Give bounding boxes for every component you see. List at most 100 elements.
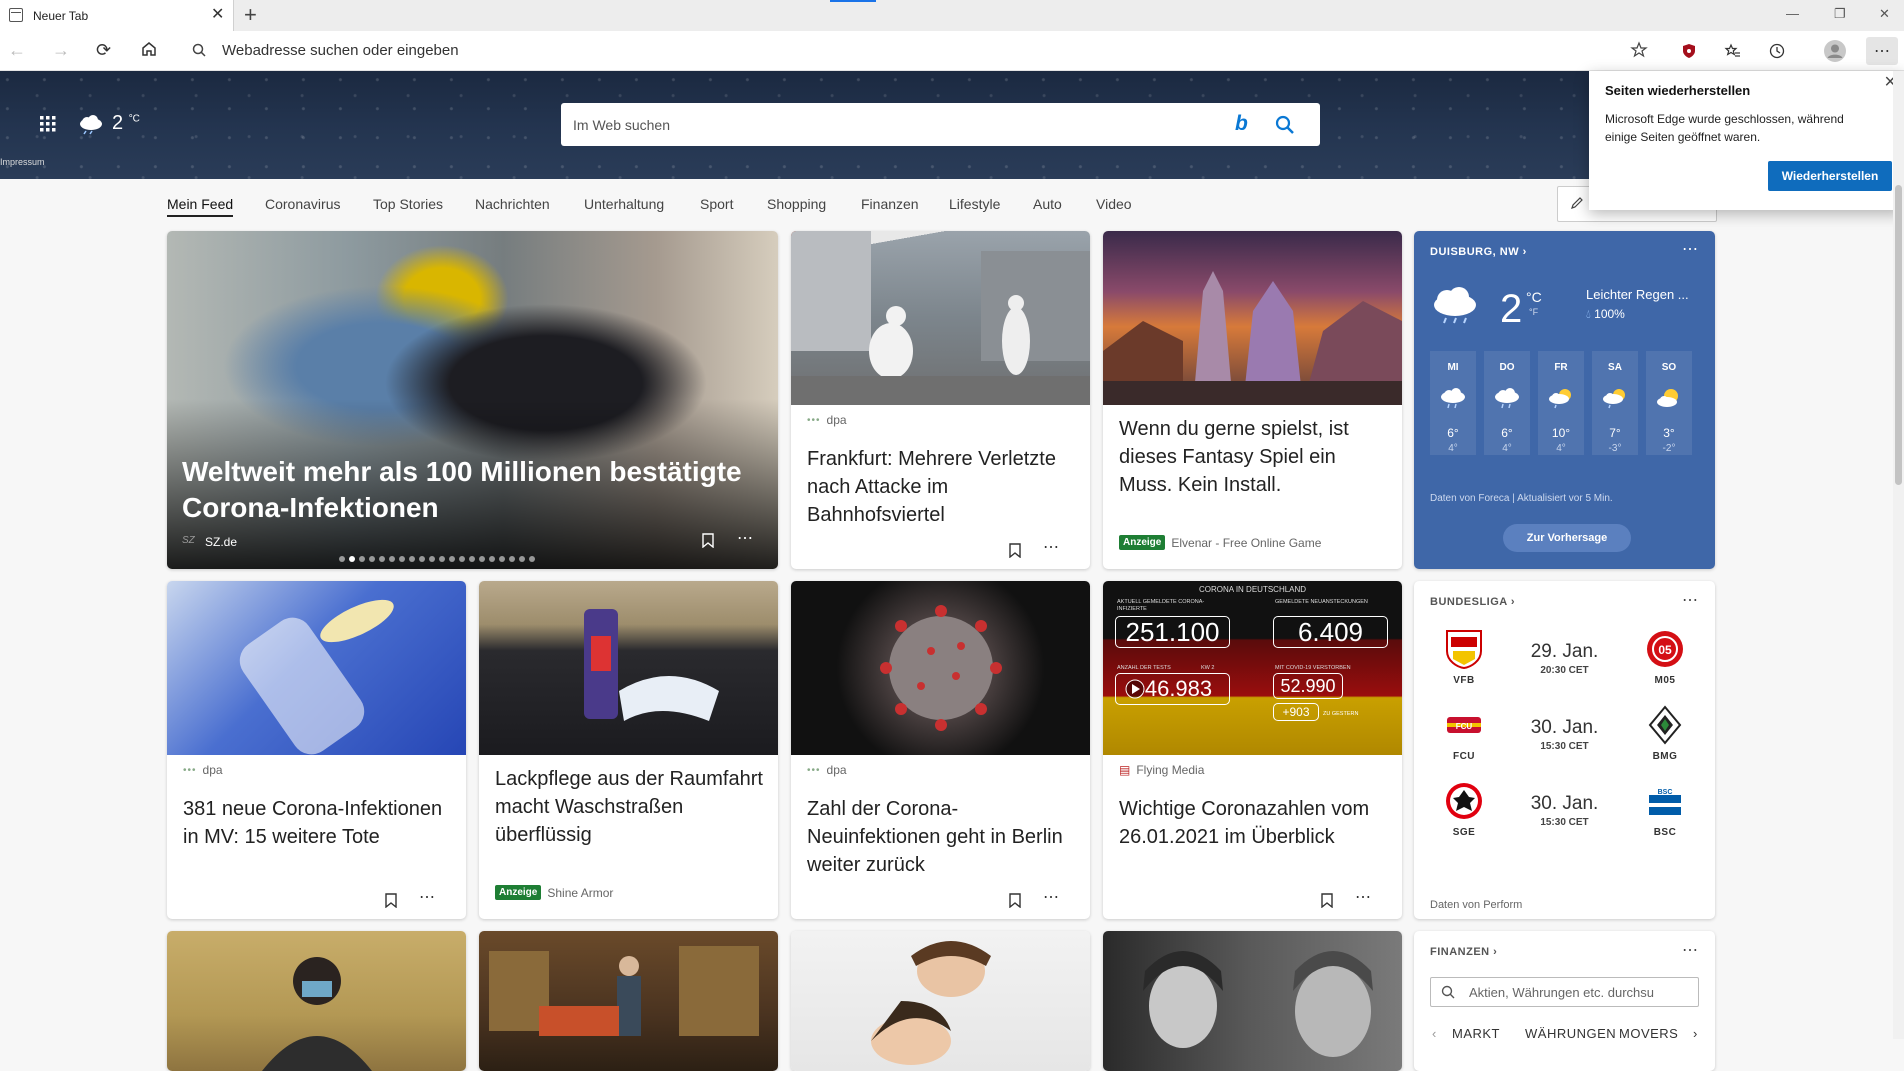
forecast-day[interactable]: DO 6° 4° [1484,351,1530,455]
bookmark-icon[interactable] [702,533,714,553]
carousel-dot[interactable] [439,556,445,562]
finance-header[interactable]: FINANZEN › [1430,946,1497,958]
favorites-icon[interactable] [1720,38,1746,64]
unit-celsius[interactable]: °C [1526,289,1542,305]
carousel-dot[interactable] [529,556,535,562]
unit-fahrenheit[interactable]: °F [1529,307,1538,317]
home-team[interactable]: SGE [1434,781,1494,838]
shield-extension-icon[interactable] [1676,38,1702,64]
tab-unterhaltung[interactable]: Unterhaltung [584,196,664,212]
more-options-icon[interactable]: ⋯ [1043,537,1060,557]
carousel-dot[interactable] [399,556,405,562]
add-favorite-icon[interactable] [1630,41,1648,64]
story-title[interactable]: Wichtige Coronazahlen vom 26.01.2021 im … [1119,795,1388,851]
address-input[interactable] [220,35,1520,66]
carousel-dot[interactable] [339,556,345,562]
weather-card[interactable]: DUISBURG, NW › ⋯ 2 °C °F Leichter Regen … [1414,231,1715,569]
bundesliga-header[interactable]: BUNDESLIGA › [1430,596,1515,608]
web-search-input[interactable] [571,103,1211,146]
carousel-dot[interactable] [459,556,465,562]
away-team[interactable]: BSC BSC [1635,781,1695,838]
more-options-icon[interactable]: ⋯ [1355,887,1372,907]
carousel-dot[interactable] [469,556,475,562]
ad-card[interactable]: Wenn du gerne spielst, ist dieses Fantas… [1103,231,1402,569]
story-title[interactable]: Zahl der Corona-Neuinfektionen geht in B… [807,795,1076,879]
forward-icon[interactable]: → [52,40,70,60]
carousel-dot[interactable] [379,556,385,562]
more-options-icon[interactable]: ⋯ [419,887,436,907]
impressum-link[interactable]: Impressum [0,157,45,167]
close-tab-icon[interactable]: ✕ [211,6,224,24]
top-story-carousel[interactable]: Weltweit mehr als 100 Millionen bestätig… [167,231,778,569]
carousel-dot[interactable] [509,556,515,562]
bookmark-icon[interactable] [1321,893,1333,913]
tab-auto[interactable]: Auto [1033,196,1062,212]
forecast-button[interactable]: Zur Vorhersage [1503,524,1631,552]
scrollbar-thumb[interactable] [1895,185,1902,485]
carousel-dot[interactable] [409,556,415,562]
carousel-dot[interactable] [499,556,505,562]
news-card[interactable]: ••• dpa 381 neue Corona-Infektionen in MV… [167,581,466,919]
carousel-dot[interactable] [349,556,355,562]
forecast-day[interactable]: FR 10° 4° [1538,351,1584,455]
carousel-dot[interactable] [419,556,425,562]
tab-video[interactable]: Video [1096,196,1132,212]
tab-mein-feed[interactable]: Mein Feed [167,196,233,212]
home-icon[interactable] [140,40,158,62]
tab-lifestyle[interactable]: Lifestyle [949,196,1000,212]
tab-new-tab[interactable]: Neuer Tab ✕ [0,0,234,31]
play-icon[interactable] [1125,679,1145,704]
bookmark-icon[interactable] [1009,543,1021,563]
bookmark-icon[interactable] [385,893,397,913]
restore-button[interactable]: Wiederherstellen [1768,161,1892,191]
history-icon[interactable] [1764,38,1790,64]
tab-top-stories[interactable]: Top Stories [373,196,443,212]
web-search-box[interactable]: b [561,103,1320,146]
hero-temperature[interactable]: 2 °C [112,112,140,135]
rain-cloud-icon[interactable] [78,115,104,140]
carousel-dot[interactable] [519,556,525,562]
carousel-dot[interactable] [389,556,395,562]
story-title[interactable]: Weltweit mehr als 100 Millionen bestätig… [182,454,742,526]
profile-avatar[interactable] [1822,38,1848,64]
away-team[interactable]: BMG [1635,705,1695,762]
more-options-icon[interactable]: ⋯ [737,528,754,548]
search-icon[interactable] [1275,115,1295,140]
carousel-dot[interactable] [479,556,485,562]
restore-window-icon[interactable]: ❐ [1834,6,1846,22]
forecast-day[interactable]: SO 3° -2° [1646,351,1692,455]
forecast-day[interactable]: SA 7° -3° [1592,351,1638,455]
bundesliga-card[interactable]: BUNDESLIGA › ⋯ VFB 29. Jan. 20:30 CET 05… [1414,581,1715,919]
news-card[interactable]: ••• dpa Frankfurt: Mehrere Verletzte nach… [791,231,1090,569]
match-row[interactable]: VFB 29. Jan. 20:30 CET 05 M05 [1414,629,1715,709]
story-title[interactable]: Wenn du gerne spielst, ist dieses Fantas… [1119,415,1388,499]
story-title[interactable]: Frankfurt: Mehrere Verletzte nach Attack… [807,445,1076,529]
carousel-dot[interactable] [359,556,365,562]
finance-search-box[interactable] [1430,977,1699,1007]
news-card[interactable] [479,931,778,1071]
carousel-dot[interactable] [489,556,495,562]
carousel-dot[interactable] [449,556,455,562]
news-card[interactable]: ••• dpa Zahl der Corona-Neuinfektionen ge… [791,581,1090,919]
weather-location[interactable]: DUISBURG, NW › [1430,246,1527,258]
tab-finanzen[interactable]: Finanzen [861,196,919,212]
settings-more-icon[interactable]: ⋯ [1866,37,1898,65]
match-row[interactable]: SGE 30. Jan. 15:30 CET BSC BSC [1414,781,1715,861]
bing-icon[interactable]: b [1235,113,1248,134]
forecast-day[interactable]: MI 6° 4° [1430,351,1476,455]
match-row[interactable]: FCU FCU 30. Jan. 15:30 CET BMG [1414,705,1715,785]
tab-sport[interactable]: Sport [700,196,733,212]
news-card[interactable] [1103,931,1402,1071]
story-title[interactable]: Lackpflege aus der Raumfahrt macht Wasch… [495,765,764,849]
bookmark-icon[interactable] [1009,893,1021,913]
apps-grid-icon[interactable] [40,116,56,137]
news-card[interactable] [167,931,466,1071]
ad-card[interactable]: Lackpflege aus der Raumfahrt macht Wasch… [479,581,778,919]
new-tab-button[interactable]: + [244,3,257,27]
news-card[interactable] [791,931,1090,1071]
tab-coronavirus[interactable]: Coronavirus [265,196,340,212]
address-bar[interactable] [178,35,1648,66]
more-options-icon[interactable]: ⋯ [1682,239,1699,259]
home-team[interactable]: VFB [1434,629,1494,686]
video-card[interactable]: CORONA IN DEUTSCHLAND AKTUELL GEMELDETE … [1103,581,1402,919]
